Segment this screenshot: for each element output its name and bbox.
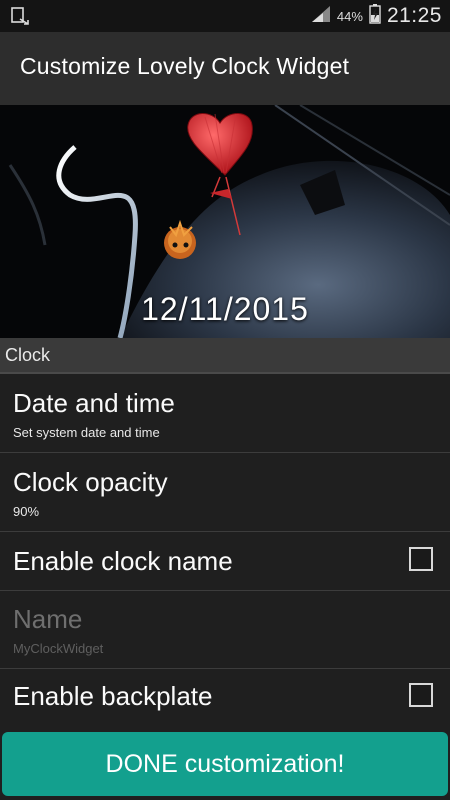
- pref-enable-backplate[interactable]: Enable backplate: [0, 669, 450, 727]
- action-bar: Customize Lovely Clock Widget: [0, 32, 450, 105]
- pref-title: Name: [13, 604, 83, 634]
- pref-title: Date and time: [13, 388, 175, 418]
- widget-preview: 12/11/2015: [0, 105, 450, 338]
- section-header-label: Clock: [5, 345, 51, 365]
- pref-name: Name MyClockWidget: [0, 591, 450, 669]
- battery-percent: 44%: [336, 8, 363, 24]
- screen-notification-icon: [10, 6, 32, 26]
- battery-charging-icon: [369, 3, 381, 29]
- done-customization-button[interactable]: DONE customization!: [2, 732, 448, 796]
- page-title: Customize Lovely Clock Widget: [20, 53, 350, 79]
- pref-title: Enable backplate: [13, 681, 213, 711]
- clock-time: 21:25: [386, 4, 442, 27]
- pref-clock-opacity[interactable]: Clock opacity 90%: [0, 453, 450, 532]
- pref-summary: MyClockWidget: [13, 641, 104, 656]
- pref-enable-clock-name[interactable]: Enable clock name: [0, 532, 450, 591]
- pref-title: Enable clock name: [13, 546, 233, 576]
- enable-clock-name-checkbox[interactable]: [409, 547, 433, 571]
- signal-icon: [311, 5, 331, 28]
- pref-title: Clock opacity: [13, 467, 168, 497]
- pref-summary: 90%: [13, 504, 40, 519]
- enable-backplate-checkbox[interactable]: [409, 683, 433, 707]
- section-header-clock: Clock: [0, 338, 450, 374]
- pref-summary: Set system date and time: [13, 425, 160, 440]
- status-bar: 44% 21:25: [0, 0, 450, 32]
- preview-date: 12/11/2015: [141, 291, 309, 327]
- pref-date-and-time[interactable]: Date and time Set system date and time: [0, 374, 450, 453]
